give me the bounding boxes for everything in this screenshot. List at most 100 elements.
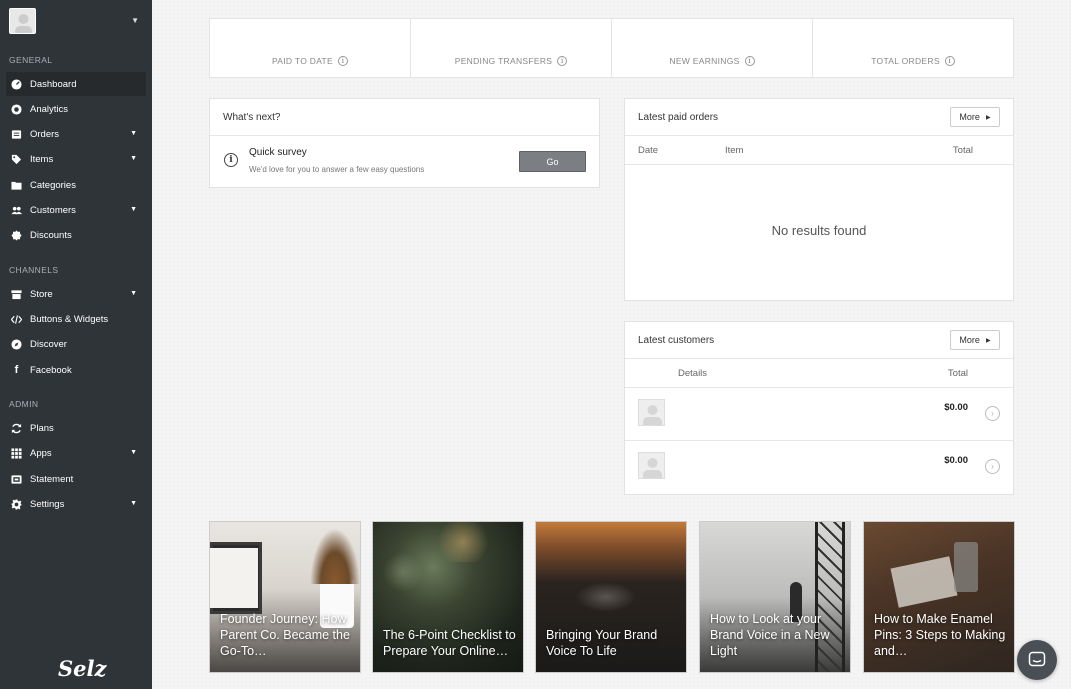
- go-button[interactable]: Go: [519, 151, 586, 172]
- stat-pending-transfers: PENDING TRANSFERS i: [411, 19, 612, 77]
- more-button[interactable]: More ▶: [950, 107, 1000, 127]
- chevron-down-icon: ▼: [130, 130, 137, 137]
- article-card[interactable]: Founder Journey: How Parent Co. Became t…: [209, 521, 361, 673]
- more-label: More: [959, 335, 980, 345]
- sidebar-item-label: Plans: [30, 422, 54, 434]
- survey-row: i Quick survey We'd love for you to answ…: [210, 136, 599, 187]
- customer-total: $0.00: [944, 402, 968, 413]
- sidebar-item-buttons-widgets[interactable]: Buttons & Widgets: [6, 307, 146, 331]
- chat-launcher-button[interactable]: [1017, 640, 1057, 680]
- article-card[interactable]: How to Look at your Brand Voice in a New…: [699, 521, 851, 673]
- section-label-channels: CHANNELS: [9, 265, 59, 275]
- survey-subtitle: We'd love for you to answer a few easy q…: [249, 165, 425, 174]
- article-card[interactable]: The 6-Point Checklist to Prepare Your On…: [372, 521, 524, 673]
- panel-header: Latest customers More ▶: [625, 322, 1013, 359]
- sidebar: ▼ GENERAL Dashboard Analytics Orders ▼ I…: [0, 0, 152, 689]
- panel-title: What's next?: [210, 99, 599, 136]
- info-icon[interactable]: i: [557, 56, 568, 66]
- sidebar-item-orders[interactable]: Orders ▼: [6, 122, 146, 146]
- avatar: [9, 8, 36, 34]
- section-label-general: GENERAL: [9, 55, 53, 65]
- account-switcher[interactable]: ▼: [9, 8, 143, 34]
- selz-logo: Selz: [58, 656, 107, 681]
- more-label: More: [959, 112, 980, 122]
- column-header-total: Total: [952, 145, 973, 156]
- info-icon[interactable]: i: [744, 56, 755, 66]
- store-icon: [11, 289, 22, 300]
- sidebar-item-plans[interactable]: Plans: [6, 416, 146, 440]
- column-header-details: Details: [678, 368, 708, 379]
- panel-title: Latest paid orders: [638, 111, 719, 123]
- sidebar-item-label: Items: [30, 153, 54, 165]
- empty-state: No results found: [771, 223, 867, 238]
- sidebar-item-label: Discover: [30, 338, 67, 350]
- sidebar-item-customers[interactable]: Customers ▼: [6, 198, 146, 222]
- sidebar-item-label: Analytics: [30, 103, 69, 115]
- chat-icon: [1028, 651, 1046, 667]
- chevron-down-icon[interactable]: ▼: [131, 16, 139, 25]
- stat-label: NEW EARNINGS: [669, 56, 740, 66]
- article-card[interactable]: How to Make Enamel Pins: 3 Steps to Maki…: [863, 521, 1015, 673]
- stat-new-earnings: NEW EARNINGS i: [612, 19, 813, 77]
- sidebar-item-label: Buttons & Widgets: [30, 313, 109, 325]
- sidebar-item-label: Orders: [30, 128, 60, 140]
- sidebar-item-categories[interactable]: Categories: [6, 173, 146, 197]
- orders-icon: [11, 129, 22, 140]
- survey-title: Quick survey: [249, 147, 307, 158]
- sidebar-item-discounts[interactable]: Discounts: [6, 223, 146, 247]
- sidebar-item-statement[interactable]: Statement: [6, 467, 146, 491]
- sidebar-item-label: Settings: [30, 498, 65, 510]
- caret-right-icon: ▶: [985, 114, 991, 121]
- chevron-right-icon[interactable]: ›: [985, 459, 1000, 474]
- sidebar-item-dashboard[interactable]: Dashboard: [6, 72, 146, 96]
- analytics-icon: [11, 103, 22, 115]
- code-icon: [11, 314, 22, 325]
- article-card[interactable]: Bringing Your Brand Voice To Life: [535, 521, 687, 673]
- latest-customers-panel: Latest customers More ▶ Details Total $0…: [624, 321, 1014, 495]
- gear-icon: [11, 498, 22, 510]
- panel-title: Latest customers: [638, 334, 715, 346]
- avatar: [638, 452, 665, 479]
- sidebar-item-label: Categories: [30, 179, 76, 191]
- chevron-down-icon: ▼: [130, 290, 137, 297]
- table-row[interactable]: $0.00 ›: [625, 441, 1013, 494]
- stat-label: PAID TO DATE: [271, 56, 334, 66]
- sidebar-item-settings[interactable]: Settings ▼: [6, 492, 146, 516]
- column-header-date: Date: [638, 145, 659, 156]
- article-title: Bringing Your Brand Voice To Life: [546, 628, 658, 658]
- sidebar-item-label: Customers: [30, 204, 76, 216]
- tag-icon: [11, 154, 22, 165]
- info-icon[interactable]: i: [338, 56, 349, 66]
- sidebar-item-facebook[interactable]: f Facebook: [6, 358, 146, 382]
- stats-bar: PAID TO DATE i PENDING TRANSFERS i NEW E…: [209, 18, 1014, 78]
- article-title: How to Make Enamel Pins: 3 Steps to Maki…: [874, 612, 1006, 658]
- folder-icon: [11, 180, 22, 191]
- more-button[interactable]: More ▶: [950, 330, 1000, 350]
- discount-icon: [11, 229, 22, 241]
- sidebar-item-analytics[interactable]: Analytics: [6, 97, 146, 121]
- chevron-down-icon: ▼: [130, 500, 137, 507]
- chevron-right-icon[interactable]: ›: [985, 406, 1000, 421]
- chevron-down-icon: ▼: [130, 155, 137, 162]
- sidebar-item-label: Statement: [30, 473, 74, 485]
- sidebar-item-label: Dashboard: [30, 78, 77, 90]
- stat-label: TOTAL ORDERS: [871, 56, 940, 66]
- table-row[interactable]: $0.00 ›: [625, 388, 1013, 441]
- sidebar-item-label: Apps: [30, 447, 52, 459]
- sidebar-item-discover[interactable]: Discover: [6, 332, 146, 356]
- latest-orders-panel: Latest paid orders More ▶ Date Item Tota…: [624, 98, 1014, 301]
- statement-icon: [11, 474, 22, 485]
- avatar: [638, 399, 665, 426]
- discover-icon: [11, 338, 22, 350]
- sidebar-item-store[interactable]: Store ▼: [6, 282, 146, 306]
- sidebar-item-apps[interactable]: Apps ▼: [6, 441, 146, 465]
- facebook-icon: f: [14, 364, 19, 376]
- chevron-down-icon: ▼: [130, 206, 137, 213]
- sidebar-item-items[interactable]: Items ▼: [6, 147, 146, 171]
- stat-paid-to-date: PAID TO DATE i: [210, 19, 411, 77]
- article-title: The 6-Point Checklist to Prepare Your On…: [383, 628, 516, 658]
- panel-header: Latest paid orders More ▶: [625, 99, 1013, 136]
- article-title: Founder Journey: How Parent Co. Became t…: [220, 612, 350, 658]
- table-header: Date Item Total: [625, 136, 1013, 165]
- info-icon[interactable]: i: [944, 56, 955, 66]
